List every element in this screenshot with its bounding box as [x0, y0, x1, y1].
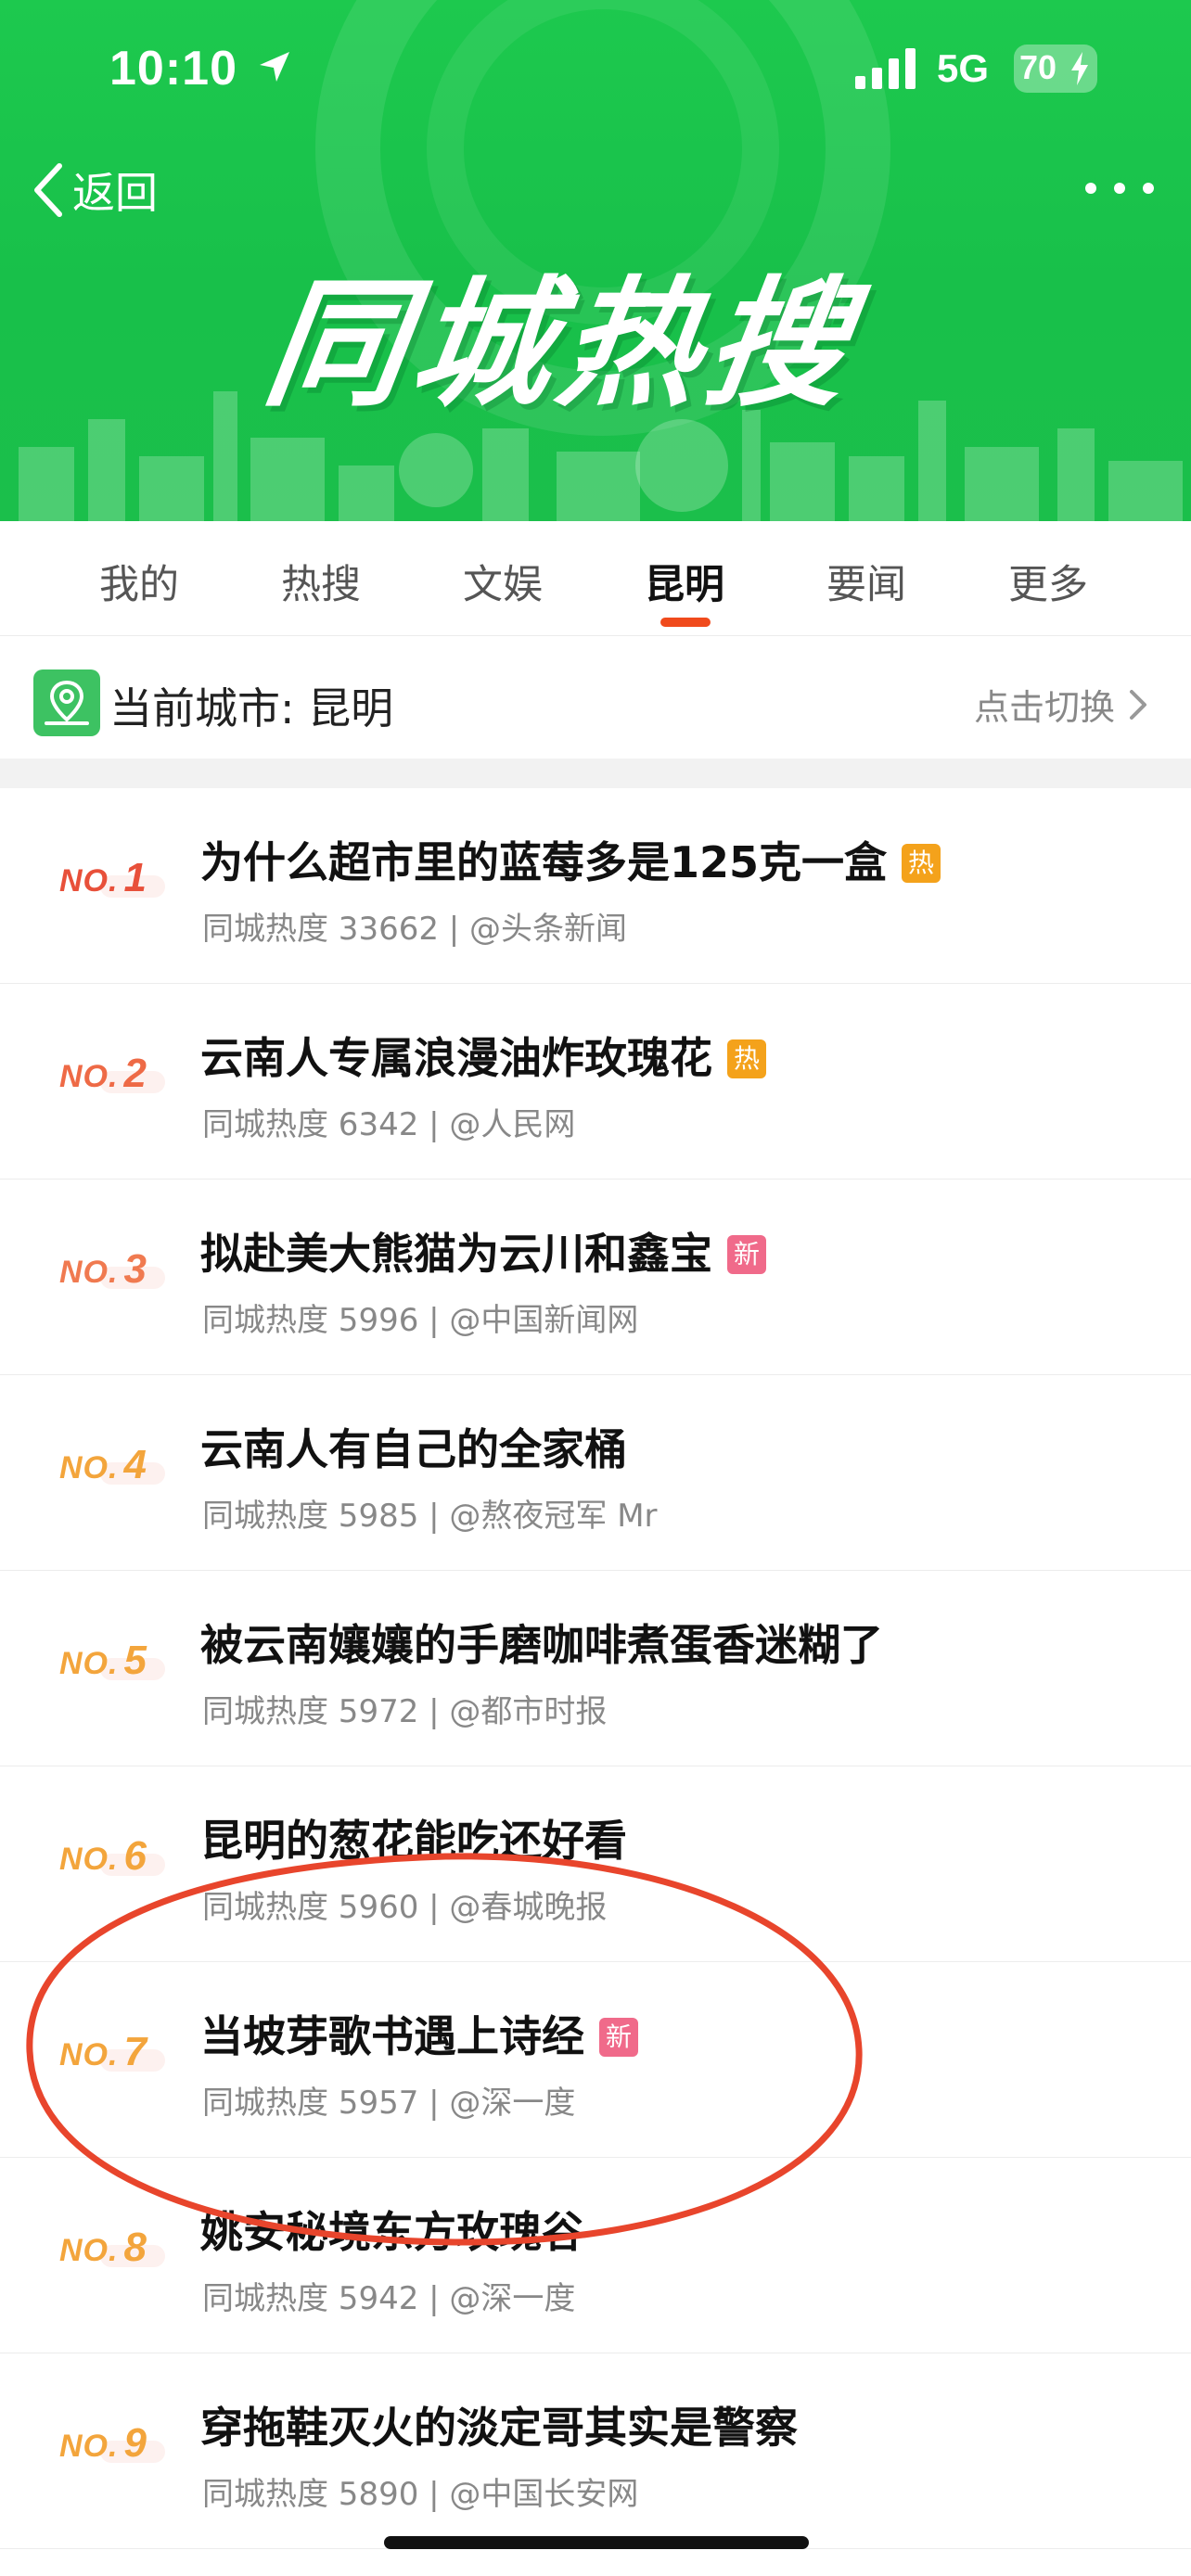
location-pin-icon: [33, 670, 100, 736]
rank-number: NO. 5: [59, 1638, 147, 1684]
signal-strength-icon: [855, 48, 916, 89]
more-options-button[interactable]: [1085, 174, 1154, 202]
list-item[interactable]: NO. 9 穿拖鞋灭火的淡定哥其实是警察同城热度 5890 | @中国长安网: [0, 2353, 1191, 2549]
item-title-row: 穿拖鞋灭火的淡定哥其实是警察: [200, 2394, 798, 2455]
battery-percent: 70: [1019, 48, 1057, 86]
dot-icon: [1114, 183, 1125, 194]
chevron-left-icon: [34, 163, 62, 217]
tab-mine[interactable]: 我的: [48, 521, 230, 635]
location-arrow-icon: [260, 52, 289, 82]
page-title: 同城热搜: [255, 264, 865, 426]
hot-search-list: NO. 1 为什么超市里的蓝莓多是125克一盒热同城热度 33662 | @头条新闻…: [0, 788, 1191, 2549]
rank-number: NO. 2: [59, 1051, 147, 1097]
dot-icon: [1143, 183, 1154, 194]
rank-prefix: NO.: [59, 1059, 119, 1094]
current-city-label: 当前城市: 昆明: [109, 683, 394, 733]
item-title: 为什么超市里的蓝莓多是125克一盒: [200, 837, 888, 887]
item-meta: 同城热度 5972 | @都市时报: [202, 1693, 608, 1730]
current-city-bar: 当前城市: 昆明 点击切换: [0, 638, 1191, 759]
item-title: 云南人专属浪漫油炸玫瑰花: [200, 1033, 712, 1083]
item-title: 云南人有自己的全家桶: [200, 1424, 627, 1474]
tab-more[interactable]: 更多: [957, 521, 1139, 635]
switch-city-button[interactable]: 点击切换: [974, 679, 1150, 730]
list-item[interactable]: NO. 1 为什么超市里的蓝莓多是125克一盒热同城热度 33662 | @头条新闻: [0, 788, 1191, 984]
rank-number: NO. 3: [59, 1246, 147, 1293]
category-tabs: 我的 热搜 文娱 昆明 要闻 更多: [0, 521, 1191, 636]
rank-digit: 3: [123, 1246, 147, 1292]
item-meta: 同城热度 5942 | @深一度: [202, 2280, 576, 2317]
back-button[interactable]: 返回: [32, 159, 158, 221]
item-title: 被云南孃孃的手磨咖啡煮蛋香迷糊了: [200, 1620, 883, 1670]
annotation-circle: [26, 1853, 863, 2246]
item-title-row: 云南人专属浪漫油炸玫瑰花热: [200, 1025, 766, 1086]
charging-bolt-icon: [1071, 52, 1088, 85]
rank-prefix: NO.: [59, 863, 119, 899]
switch-city-label: 点击切换: [973, 687, 1115, 728]
rank-number: NO. 1: [59, 855, 147, 901]
rank-prefix: NO.: [59, 1450, 119, 1486]
item-title-row: 拟赴美大熊猫为云川和鑫宝新: [200, 1220, 766, 1282]
battery-icon: 70: [1014, 45, 1097, 93]
item-meta: 同城热度 33662 | @头条新闻: [202, 911, 628, 948]
tab-kunming[interactable]: 昆明: [594, 521, 775, 635]
back-label: 返回: [72, 168, 158, 218]
item-title-row: 云南人有自己的全家桶: [200, 1416, 627, 1477]
item-title-row: 为什么超市里的蓝莓多是125克一盒热: [200, 829, 941, 890]
rank-digit: 4: [123, 1442, 147, 1487]
network-type: 5G: [937, 46, 990, 90]
dot-icon: [1085, 183, 1096, 194]
rank-prefix: NO.: [59, 1255, 119, 1290]
item-meta: 同城热度 5996 | @中国新闻网: [202, 1302, 639, 1339]
list-item[interactable]: NO. 3 拟赴美大熊猫为云川和鑫宝新同城热度 5996 | @中国新闻网: [0, 1180, 1191, 1375]
item-title: 拟赴美大熊猫为云川和鑫宝: [200, 1229, 712, 1279]
rank-digit: 9: [123, 2420, 147, 2466]
item-meta: 同城热度 5985 | @熬夜冠军 Mr: [202, 1498, 658, 1535]
rank-digit: 2: [123, 1051, 147, 1096]
hot-badge: 热: [727, 1039, 766, 1078]
hot-badge: 热: [902, 844, 941, 883]
new-badge: 新: [727, 1235, 766, 1274]
status-time: 10:10: [109, 42, 237, 96]
home-indicator: [384, 2536, 809, 2549]
rank-prefix: NO.: [59, 1646, 119, 1681]
item-meta: 同城热度 6342 | @人民网: [202, 1106, 576, 1143]
section-divider: [0, 759, 1191, 788]
rank-number: NO. 9: [59, 2420, 147, 2467]
rank-digit: 5: [123, 1638, 147, 1683]
tab-hot-search[interactable]: 热搜: [230, 521, 412, 635]
rank-number: NO. 4: [59, 1442, 147, 1488]
tab-entertainment[interactable]: 文娱: [412, 521, 594, 635]
header-banner: 10:10 5G 70 返回 同城热搜: [0, 0, 1191, 521]
item-meta: 同城热度 5890 | @中国长安网: [202, 2476, 639, 2513]
list-item[interactable]: NO. 2 云南人专属浪漫油炸玫瑰花热同城热度 6342 | @人民网: [0, 984, 1191, 1180]
list-item[interactable]: NO. 5 被云南孃孃的手磨咖啡煮蛋香迷糊了同城热度 5972 | @都市时报: [0, 1571, 1191, 1766]
status-bar: 10:10 5G 70: [0, 0, 1191, 139]
item-title: 穿拖鞋灭火的淡定哥其实是警察: [200, 2403, 798, 2453]
rank-prefix: NO.: [59, 2429, 119, 2464]
list-item[interactable]: NO. 4 云南人有自己的全家桶同城热度 5985 | @熬夜冠军 Mr: [0, 1375, 1191, 1571]
tab-news[interactable]: 要闻: [775, 521, 957, 635]
chevron-right-icon: [1130, 689, 1146, 720]
item-title-row: 被云南孃孃的手磨咖啡煮蛋香迷糊了: [200, 1612, 883, 1673]
rank-digit: 1: [123, 855, 147, 900]
